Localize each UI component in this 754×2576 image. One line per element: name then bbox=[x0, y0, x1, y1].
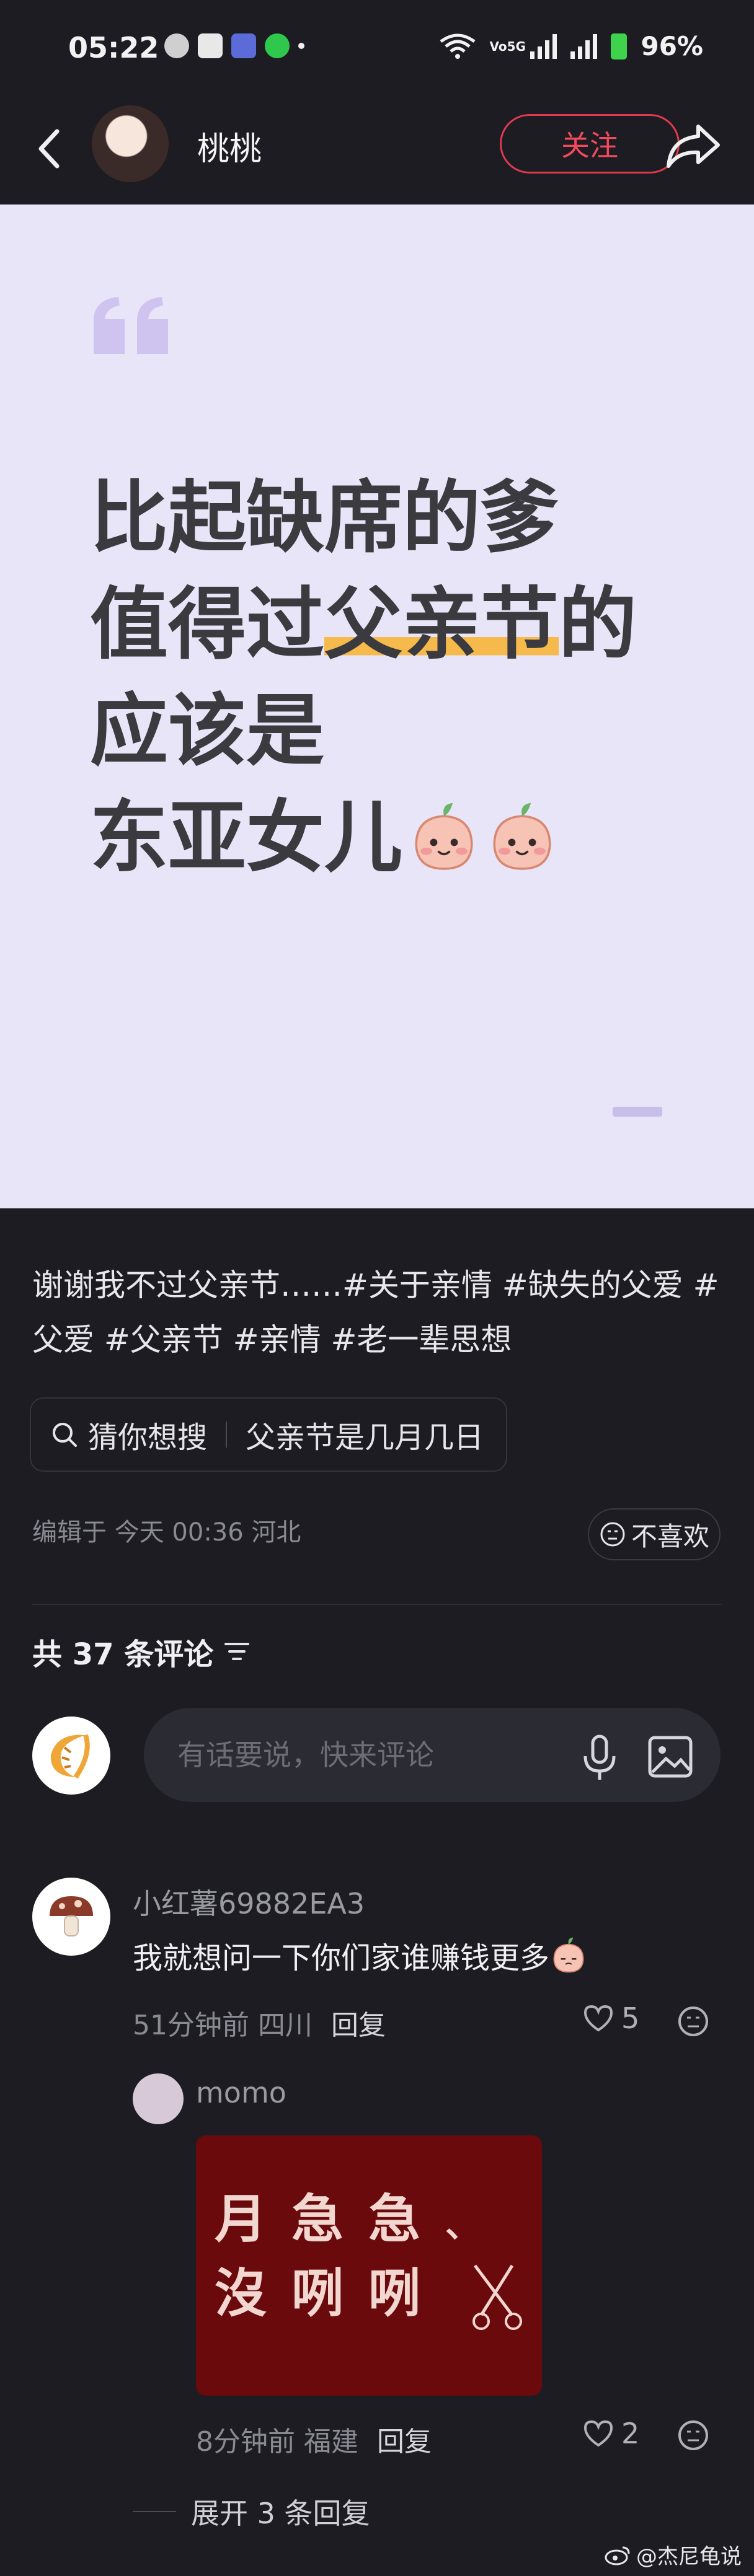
battery-percent: 96% bbox=[641, 31, 703, 61]
quote-line-4: 东亚女儿 bbox=[90, 785, 637, 891]
heart-icon bbox=[583, 2005, 613, 2032]
image-upload-icon[interactable] bbox=[646, 1733, 694, 1781]
chip-divider bbox=[226, 1422, 228, 1448]
reply-button[interactable]: 回复 bbox=[377, 2426, 432, 2458]
commenter-avatar[interactable] bbox=[32, 1878, 110, 1956]
video-app-icon bbox=[198, 33, 223, 58]
author-name[interactable]: 桃桃 bbox=[197, 123, 262, 169]
reply-like-button[interactable]: 2 bbox=[583, 2417, 639, 2450]
comment-text: 我就想问一下你们家谁赚钱更多 bbox=[133, 1933, 588, 1977]
expand-line bbox=[133, 2511, 176, 2512]
battery-icon bbox=[611, 33, 628, 59]
comment-count[interactable]: 共 37 条评论 bbox=[32, 1630, 251, 1673]
post-header: 桃桃 关注 bbox=[0, 99, 754, 204]
game-icon bbox=[265, 33, 290, 58]
comment-input-box[interactable] bbox=[144, 1708, 721, 1802]
my-avatar[interactable] bbox=[32, 1717, 110, 1795]
signal-icon-2 bbox=[570, 33, 598, 59]
back-icon[interactable] bbox=[31, 124, 68, 174]
section-divider bbox=[32, 1604, 722, 1605]
croissant-avatar-icon bbox=[50, 1734, 90, 1779]
quote-line-3: 应该是 bbox=[90, 685, 324, 776]
edited-info: 编辑于 今天 00:36 河北 bbox=[32, 1518, 301, 1547]
notification-icons bbox=[164, 33, 304, 58]
highlighted-text: 父亲节 bbox=[324, 579, 559, 670]
reply-username[interactable]: momo bbox=[196, 2076, 286, 2109]
watermark: @杰尼龟说 bbox=[604, 2539, 742, 2570]
comment-username[interactable]: 小红薯69882EA3 bbox=[133, 1881, 365, 1922]
author-avatar[interactable] bbox=[92, 105, 169, 182]
comment-meta: 51分钟前 四川 回复 bbox=[133, 2010, 386, 2041]
comment-input[interactable] bbox=[176, 1733, 551, 1777]
quote-mark-icon bbox=[94, 297, 168, 354]
app-icon bbox=[231, 33, 256, 58]
search-icon bbox=[53, 1423, 77, 1447]
mushroom-avatar-icon bbox=[50, 1896, 93, 1936]
guess-label: 猜你想搜 bbox=[88, 1420, 208, 1455]
quote-text: 比起缺席的爹 值得过父亲节的 应该是 东亚女儿 bbox=[90, 465, 637, 891]
reply-button[interactable]: 回复 bbox=[331, 2010, 386, 2041]
chat-icon bbox=[164, 33, 189, 58]
dislike-label: 不喜欢 bbox=[631, 1521, 709, 1552]
quote-line-2: 值得过父亲节的 bbox=[90, 579, 637, 670]
share-icon[interactable] bbox=[663, 118, 723, 174]
react-emoji-icon[interactable] bbox=[676, 2004, 711, 2039]
heart-icon bbox=[583, 2420, 613, 2447]
microphone-icon[interactable] bbox=[578, 1733, 621, 1782]
status-right: Vo5G 96% bbox=[440, 31, 703, 61]
reply-avatar[interactable] bbox=[133, 2073, 184, 2124]
quote-line-1: 比起缺席的爹 bbox=[90, 472, 559, 563]
follow-button[interactable]: 关注 bbox=[500, 114, 680, 174]
wifi-icon bbox=[440, 33, 476, 59]
more-dot-icon bbox=[298, 43, 304, 49]
unhappy-face-icon bbox=[600, 1522, 625, 1547]
react-emoji-icon[interactable] bbox=[676, 2418, 711, 2453]
reply-image[interactable]: 月急急、 沒咧咧 bbox=[196, 2135, 542, 2396]
post-image-card[interactable]: 比起缺席的爹 值得过父亲节的 应该是 东亚女儿 bbox=[0, 204, 754, 1208]
status-time: 05:22 bbox=[68, 31, 159, 64]
expand-replies-button[interactable]: 展开 3 条回复 bbox=[133, 2491, 370, 2532]
sort-icon[interactable] bbox=[223, 1640, 251, 1663]
peach-emoji-icon bbox=[553, 1937, 584, 1973]
reply-image-text: 月急急、 沒咧咧 bbox=[215, 2188, 505, 2324]
peach-emoji-icon bbox=[415, 802, 473, 870]
post-description: 谢谢我不过父亲节……#关于亲情 #缺失的父爱 #父爱 #父亲节 #亲情 #老一辈… bbox=[32, 1267, 719, 1358]
dislike-button[interactable]: 不喜欢 bbox=[588, 1508, 721, 1560]
like-count: 5 bbox=[621, 2002, 640, 2035]
guess-query[interactable]: 父亲节是几月几日 bbox=[246, 1413, 484, 1456]
comment-like-button[interactable]: 5 bbox=[583, 2002, 639, 2035]
expand-label: 展开 3 条回复 bbox=[191, 2497, 370, 2530]
peach-emoji-icon bbox=[493, 802, 551, 870]
signal-icon bbox=[530, 33, 557, 59]
status-bar: 05:22 Vo5G 96% bbox=[0, 0, 754, 99]
card-decoration bbox=[613, 1107, 662, 1117]
like-count: 2 bbox=[621, 2417, 640, 2450]
guess-search-chip[interactable]: 猜你想搜 父亲节是几月几日 bbox=[30, 1397, 508, 1472]
scissors-icon bbox=[472, 2264, 522, 2330]
volte-icon: Vo5G bbox=[489, 38, 526, 54]
weibo-logo-icon bbox=[605, 2546, 630, 2565]
reply-meta: 8分钟前 福建 回复 bbox=[196, 2426, 432, 2458]
